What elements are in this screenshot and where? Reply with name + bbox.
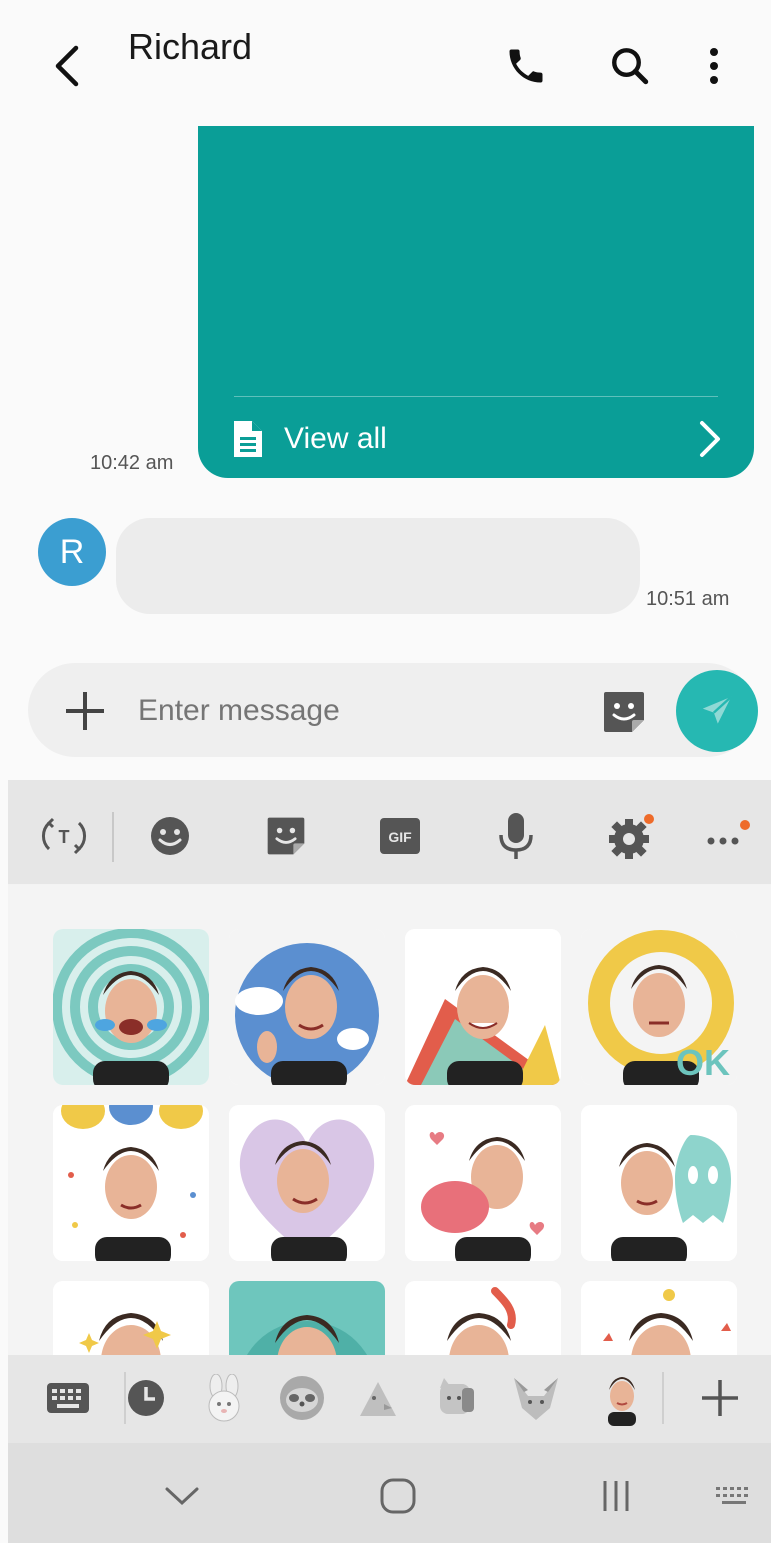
sloth-icon	[280, 1376, 324, 1420]
balloons-sticker	[53, 1105, 209, 1261]
attach-button[interactable]	[60, 686, 110, 736]
more-toolbar-button[interactable]	[700, 808, 756, 864]
sticker-item[interactable]	[229, 1105, 385, 1261]
sticker-item[interactable]	[581, 1105, 737, 1261]
view-all-link[interactable]: View all	[230, 416, 724, 462]
sent-message-bubble[interactable]: View all	[198, 126, 754, 478]
sticker-tab-button[interactable]	[258, 808, 314, 864]
more-options-button[interactable]	[688, 38, 740, 94]
sent-timestamp: 10:42 am	[90, 452, 174, 474]
ribbon-sticker	[405, 1281, 561, 1355]
sticker-item[interactable]: OK	[581, 929, 737, 1085]
bunny-icon	[208, 1374, 240, 1422]
received-message-bubble[interactable]	[116, 518, 640, 614]
emoji-icon	[151, 817, 189, 855]
toolbar-separator	[112, 812, 114, 862]
sticker-button[interactable]	[600, 688, 648, 736]
plus-icon	[66, 692, 104, 730]
fox-stickers-tab[interactable]	[508, 1370, 564, 1426]
received-timestamp: 10:51 am	[646, 588, 730, 610]
sticker-item[interactable]	[229, 929, 385, 1085]
teal-bg-sticker	[229, 1281, 385, 1355]
ok-sticker: OK	[581, 929, 737, 1085]
mic-icon	[499, 813, 533, 859]
sticker-item[interactable]	[53, 929, 209, 1085]
sticker-item[interactable]	[405, 1105, 561, 1261]
bird-stickers-tab[interactable]	[350, 1370, 406, 1426]
keyboard-small-icon	[716, 1487, 748, 1504]
recents-icon	[603, 1481, 629, 1511]
sticker-item[interactable]	[581, 1281, 737, 1355]
sticker-item[interactable]	[229, 1281, 385, 1355]
call-button[interactable]	[500, 38, 552, 94]
translate-button[interactable]: T	[36, 808, 92, 864]
sticker-item[interactable]	[405, 1281, 561, 1355]
contact-name: Richard	[128, 26, 253, 67]
gif-icon: GIF	[380, 818, 420, 854]
sticker-item[interactable]	[53, 1105, 209, 1261]
translate-icon: T	[42, 817, 86, 855]
sticker-grid: OK	[8, 885, 771, 1355]
phone-icon	[509, 49, 543, 83]
back-button[interactable]	[42, 38, 92, 94]
rainbow-smile-sticker	[405, 929, 561, 1085]
send-icon	[702, 695, 733, 724]
heart-sticker	[229, 1105, 385, 1261]
sticker-icon	[604, 692, 644, 732]
conversation-header: Richard	[0, 0, 771, 115]
keyboard-nav-button[interactable]	[704, 1468, 764, 1524]
sloth-stickers-tab[interactable]	[274, 1370, 330, 1426]
search-button[interactable]	[604, 38, 656, 94]
chevron-right-icon	[700, 421, 720, 457]
ghost-sticker	[581, 1105, 737, 1261]
recents-button[interactable]	[586, 1468, 646, 1524]
gif-label: GIF	[388, 829, 412, 845]
ar-emoji-stickers-tab[interactable]	[594, 1370, 650, 1426]
recent-stickers-tab[interactable]	[118, 1370, 174, 1426]
emoji-button[interactable]	[142, 808, 198, 864]
hide-keyboard-button[interactable]	[152, 1468, 212, 1524]
add-sticker-pack-button[interactable]	[692, 1370, 748, 1426]
category-separator	[662, 1372, 664, 1424]
voice-input-button[interactable]	[488, 808, 544, 864]
add-icon	[702, 1380, 738, 1416]
chevron-left-icon	[55, 45, 79, 87]
contact-avatar[interactable]: R	[38, 518, 106, 586]
gif-button[interactable]: GIF	[372, 808, 428, 864]
sticker-item[interactable]	[405, 929, 561, 1085]
sticker-item[interactable]	[53, 1281, 209, 1355]
confetti-sticker	[581, 1281, 737, 1355]
kiss-sticker	[405, 1105, 561, 1261]
ok-text: OK	[676, 1042, 730, 1083]
view-all-label: View all	[284, 422, 387, 455]
sticker-icon	[267, 817, 305, 855]
send-button[interactable]	[676, 670, 758, 752]
message-input[interactable]	[138, 688, 558, 734]
sparkle-sticker	[53, 1281, 209, 1355]
ar-emoji-avatar-icon	[608, 1377, 636, 1426]
bunny-stickers-tab[interactable]	[196, 1370, 252, 1426]
cat-icon	[440, 1378, 474, 1414]
search-icon	[612, 48, 649, 85]
more-horizontal-icon	[707, 820, 750, 845]
more-vertical-icon	[710, 48, 718, 84]
svg-text:T: T	[59, 827, 70, 847]
settings-button[interactable]	[604, 808, 660, 864]
bird-icon	[360, 1382, 396, 1416]
document-icon	[234, 421, 262, 457]
keyboard-switch-button[interactable]	[40, 1370, 96, 1426]
recent-icon	[128, 1380, 164, 1416]
chevron-down-icon	[165, 1487, 199, 1506]
peace-sign-sticker	[229, 929, 385, 1085]
fox-icon	[514, 1378, 558, 1420]
cat-stickers-tab[interactable]	[428, 1370, 484, 1426]
bubble-divider	[234, 396, 718, 397]
settings-icon	[609, 814, 654, 859]
home-button[interactable]	[368, 1468, 428, 1524]
keyboard-icon	[47, 1383, 89, 1413]
laughing-tears-sticker	[53, 929, 209, 1085]
home-icon	[380, 1478, 416, 1514]
